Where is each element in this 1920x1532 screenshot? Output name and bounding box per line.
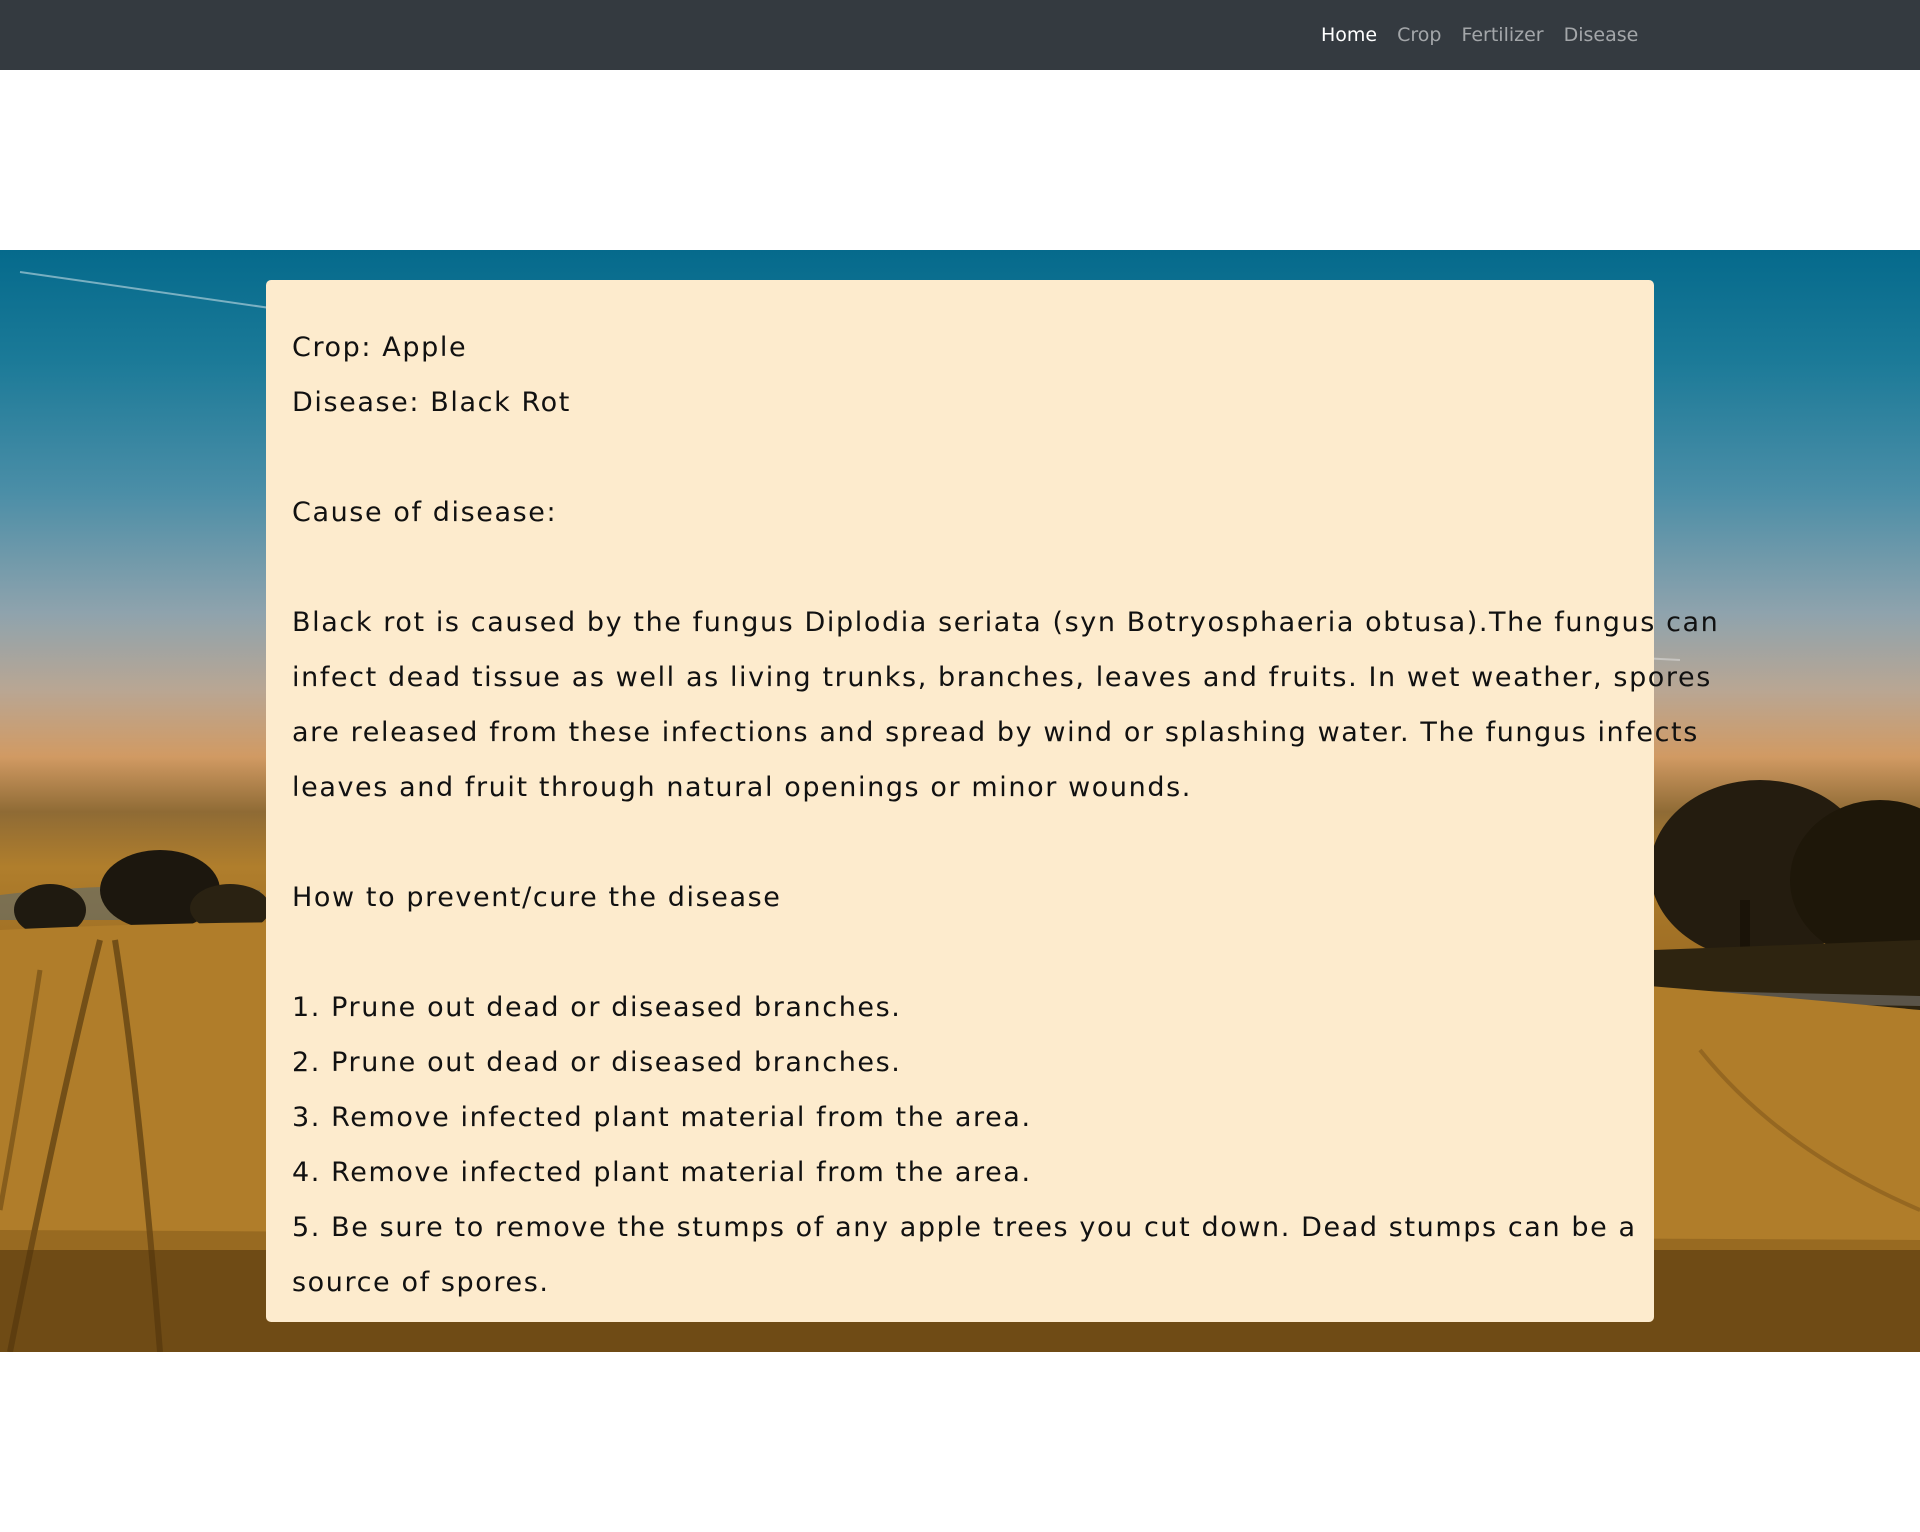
prevention-step-continued: source of spores.: [292, 1267, 550, 1298]
top-navbar: Home Crop Fertilizer Disease: [0, 0, 1920, 70]
nav-link-disease[interactable]: Disease: [1554, 24, 1649, 46]
cause-text-line: infect dead tissue as well as living tru…: [292, 662, 1712, 693]
cause-heading: Cause of disease:: [292, 497, 558, 528]
crop-name: Crop: Apple: [292, 332, 468, 363]
prevention-step: 2. Prune out dead or diseased branches.: [292, 1047, 902, 1078]
nav-links: Home Crop Fertilizer Disease: [1311, 0, 1648, 70]
nav-link-home[interactable]: Home: [1311, 24, 1387, 46]
cause-text-line: are released from these infections and s…: [292, 717, 1699, 748]
prevention-step: 4. Remove infected plant material from t…: [292, 1157, 1032, 1188]
cause-text-line: leaves and fruit through natural opening…: [292, 772, 1192, 803]
prevention-heading: How to prevent/cure the disease: [292, 882, 782, 913]
disease-result-card: Crop: Apple Disease: Black Rot Cause of …: [266, 280, 1720, 1322]
prevention-step: 5. Be sure to remove the stumps of any a…: [292, 1212, 1637, 1243]
cause-text-line: Black rot is caused by the fungus Diplod…: [292, 607, 1720, 638]
prevention-step: 1. Prune out dead or diseased branches.: [292, 992, 902, 1023]
disease-name: Disease: Black Rot: [292, 387, 571, 418]
prevention-step: 3. Remove infected plant material from t…: [292, 1102, 1032, 1133]
nav-link-crop[interactable]: Crop: [1387, 24, 1451, 46]
nav-link-fertilizer[interactable]: Fertilizer: [1451, 24, 1553, 46]
hero-background-wheat-field: Crop: Apple Disease: Black Rot Cause of …: [0, 250, 1920, 1352]
